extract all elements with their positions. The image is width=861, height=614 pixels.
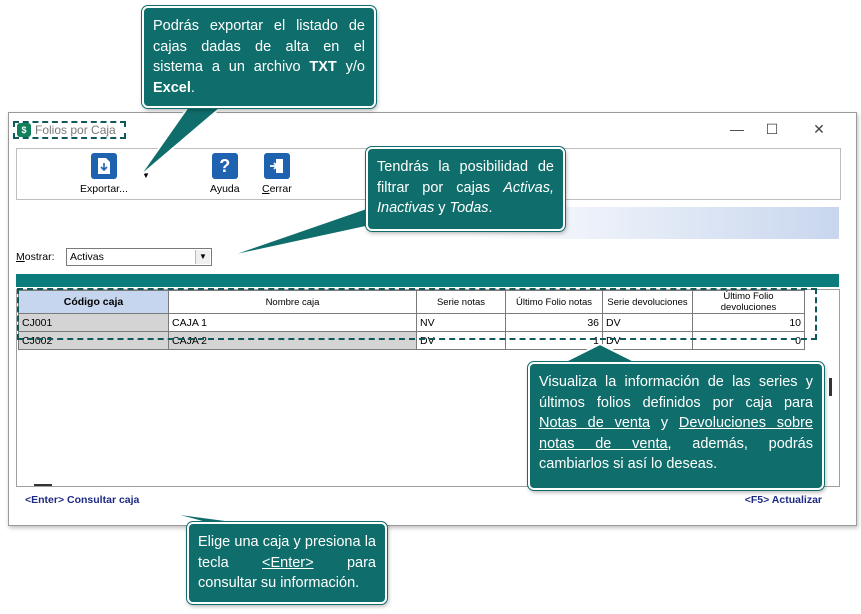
help-button[interactable]: ? Ayuda [210, 153, 240, 195]
title-bar: $ Folios por Caja — ☐ ✕ [9, 113, 856, 145]
callout-filter: Tendrás la posibilidad de filtrar por ca… [366, 147, 565, 231]
export-document-icon [90, 153, 117, 179]
window-title: Folios por Caja [35, 123, 116, 137]
export-label: Exportar... [80, 183, 128, 195]
window-title-highlight: $ Folios por Caja [13, 121, 126, 139]
cell-serie-devoluciones[interactable]: DV [602, 313, 693, 332]
chevron-down-icon[interactable]: ▼ [195, 250, 210, 264]
app-icon: $ [17, 123, 31, 137]
column-header-folio-notas[interactable]: Último Folio notas [505, 290, 603, 314]
column-header-nombre[interactable]: Nombre caja [168, 290, 417, 314]
status-enter-hint: <Enter> Consultar caja [25, 494, 140, 506]
close-window-button[interactable]: ✕ [804, 119, 834, 139]
cell-serie-devoluciones[interactable]: DV [602, 331, 693, 350]
cell-nombre[interactable]: CAJA 2 [168, 331, 417, 350]
cell-serie-notas[interactable]: NV [416, 313, 506, 332]
cell-folio-notas[interactable]: 36 [505, 313, 603, 332]
cell-folio-devoluciones[interactable]: 10 [692, 313, 805, 332]
cell-serie-notas[interactable]: DV [416, 331, 506, 350]
cajas-table: Código caja Nombre caja Serie notas Últi… [18, 290, 805, 350]
maximize-button[interactable]: ☐ [757, 119, 787, 139]
scroll-thumb[interactable] [829, 378, 832, 396]
cell-nombre[interactable]: CAJA 1 [168, 313, 417, 332]
export-button[interactable]: Exportar... [80, 153, 128, 195]
filter-select[interactable]: Activas ▼ [66, 248, 212, 266]
grid-title-band [16, 274, 839, 287]
filter-selected-value: Activas [70, 251, 104, 263]
horizontal-scroll-thumb[interactable] [34, 484, 52, 486]
exit-door-icon [263, 153, 290, 179]
close-label: Cerrar [262, 183, 292, 195]
cell-codigo[interactable]: CJ001 [18, 313, 169, 332]
question-mark-icon: ? [211, 153, 238, 179]
column-header-codigo[interactable]: Código caja [18, 290, 169, 314]
cell-codigo[interactable]: CJ002 [18, 331, 169, 350]
column-header-folio-devoluciones[interactable]: Último Folio devoluciones [692, 290, 805, 314]
filter-label: Mostrar: [16, 251, 55, 263]
table-row[interactable]: CJ001 CAJA 1 NV 36 DV 10 [18, 313, 805, 332]
column-header-serie-notas[interactable]: Serie notas [416, 290, 506, 314]
table-row[interactable]: CJ002 CAJA 2 DV 1 DV 0 [18, 331, 805, 350]
callout-export: Podrás exportar el listado de cajas dada… [142, 6, 376, 108]
vertical-scrollbar[interactable] [823, 289, 840, 487]
help-label: Ayuda [210, 183, 240, 195]
cell-folio-devoluciones[interactable]: 0 [692, 331, 805, 350]
cell-folio-notas[interactable]: 1 [505, 331, 603, 350]
table-header-row: Código caja Nombre caja Serie notas Últi… [18, 290, 805, 314]
callout-enter: Elige una caja y presiona la tecla <Ente… [187, 522, 387, 604]
export-dropdown-arrow-icon[interactable]: ▼ [142, 171, 150, 180]
column-header-serie-devoluciones[interactable]: Serie devoluciones [602, 290, 693, 314]
close-button[interactable]: Cerrar [262, 153, 292, 195]
status-refresh-hint: <F5> Actualizar [744, 494, 822, 506]
callout-series: Visualiza la información de las series y… [528, 362, 824, 490]
minimize-button[interactable]: — [722, 119, 752, 139]
